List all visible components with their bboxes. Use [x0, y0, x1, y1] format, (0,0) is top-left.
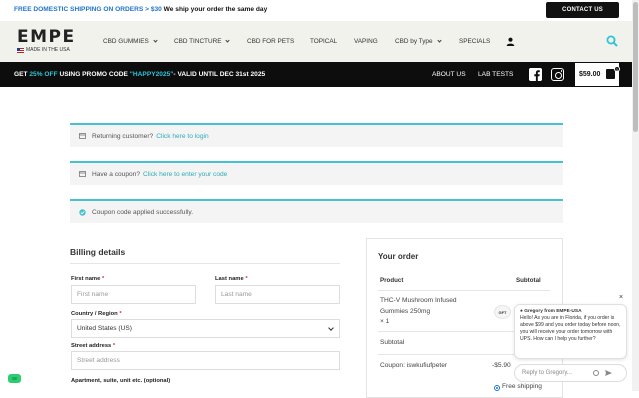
first-name-label: First name * — [71, 276, 105, 282]
promo-code-text: GET 25% OFF USING PROMO CODE "HAPPY2025"… — [14, 71, 266, 78]
nav-item-cbd-for-pets[interactable]: CBD FOR PETS — [247, 38, 294, 45]
chat-message-bubble: ● Gregory from EMPE-USA Hello! As you ar… — [514, 304, 627, 359]
window-icon — [79, 171, 86, 177]
subtotal-column-header: Subtotal — [516, 277, 541, 284]
cart-count-badge: 1 — [614, 66, 620, 72]
your-order-heading: Your order — [378, 252, 419, 261]
facebook-icon[interactable] — [529, 68, 542, 81]
enter-coupon-link[interactable]: Click here to enter your code — [143, 171, 227, 178]
shipping-promo-highlight: FREE DOMESTIC SHIPPING ON ORDERS > $30 — [14, 6, 162, 13]
instagram-icon[interactable] — [551, 68, 564, 81]
returning-customer-notice: Returning customer? Click here to login — [70, 123, 563, 147]
coupon-discount-value: -$5.90 — [492, 362, 511, 369]
lab-tests-link[interactable]: LAB TESTS — [478, 71, 513, 78]
subtotal-label: Subtotal — [380, 339, 405, 346]
scrollbar-thumb[interactable] — [633, 2, 638, 132]
chat-message-text: Hello! As you are in Florida, if you ord… — [520, 315, 621, 342]
street-address-field[interactable]: Street address — [71, 351, 340, 370]
nav-item-topical[interactable]: TOPICAL — [310, 38, 337, 45]
country-select[interactable]: United States (US) — [71, 319, 340, 338]
order-item-qty: × 1 — [380, 318, 390, 325]
divider — [378, 290, 550, 291]
about-us-link[interactable]: ABOUT US — [432, 71, 466, 78]
nav-item-specials[interactable]: SPECIALS — [459, 38, 490, 45]
first-name-field[interactable]: First name — [71, 285, 196, 304]
contact-us-button[interactable]: CONTACT US — [546, 2, 619, 18]
nav-item-cbd-gummies[interactable]: CBD GUMMIES — [103, 38, 158, 45]
logo[interactable]: EMPE MADE IN THE USA — [17, 27, 76, 53]
divider — [70, 263, 340, 264]
coupon-line-label: Coupon: iswkufiufpeter — [380, 362, 448, 369]
send-icon[interactable] — [605, 370, 612, 376]
site-header: EMPE MADE IN THE USA CBD GUMMIES CBD TIN… — [0, 21, 639, 62]
apartment-label: Apartment, suite, unit etc. (optional) — [71, 378, 171, 384]
nav-item-vaping[interactable]: VAPING — [354, 38, 378, 45]
emoji-icon[interactable] — [593, 370, 599, 376]
last-name-label: Last name * — [215, 276, 248, 282]
country-label: Country / Region * — [71, 311, 122, 317]
last-name-field[interactable]: Last name — [215, 285, 340, 304]
chat-launcher-button[interactable] — [8, 374, 21, 383]
shipping-promo-text: FREE DOMESTIC SHIPPING ON ORDERS > $30 W… — [14, 6, 267, 13]
cart-total: $59.00 — [579, 71, 601, 78]
chat-sender-name: ● Gregory from EMPE-USA — [520, 309, 582, 314]
chevron-down-icon — [153, 38, 158, 43]
nav-item-cbd-by-type[interactable]: CBD by Type — [395, 38, 442, 45]
logo-tagline: MADE IN THE USA — [17, 47, 76, 53]
check-circle-icon — [79, 209, 86, 216]
announcement-bar: FREE DOMESTIC SHIPPING ON ORDERS > $30 W… — [0, 0, 639, 21]
order-item-name: THC-V Mushroom Infused Gummies 250mg × 1 — [380, 296, 457, 328]
coupon-applied-notice: Coupon code applied successfully. — [70, 199, 563, 223]
product-column-header: Product — [380, 277, 404, 284]
logo-wordmark: EMPE — [17, 27, 76, 47]
gift-badge: GFT — [494, 305, 511, 319]
search-icon[interactable] — [606, 35, 618, 47]
nav-item-cbd-tincture[interactable]: CBD TINCTURE — [174, 38, 231, 45]
login-link[interactable]: Click here to login — [156, 133, 208, 140]
billing-details-heading: Billing details — [70, 247, 126, 257]
user-icon[interactable] — [506, 37, 515, 46]
coupon-notice: Have a coupon? Click here to enter your … — [70, 161, 563, 185]
shipping-promo-suffix: We ship your order the same day — [161, 6, 268, 13]
chevron-down-icon — [328, 325, 334, 331]
chevron-down-icon — [436, 38, 442, 43]
free-shipping-radio[interactable] — [494, 385, 500, 391]
chevron-down-icon — [225, 38, 231, 43]
chat-close-button[interactable]: × — [619, 294, 623, 301]
us-flag-icon — [17, 47, 24, 53]
street-address-label: Street address * — [71, 343, 116, 349]
promo-code-bar: GET 25% OFF USING PROMO CODE "HAPPY2025"… — [0, 62, 632, 87]
window-icon — [79, 133, 86, 139]
